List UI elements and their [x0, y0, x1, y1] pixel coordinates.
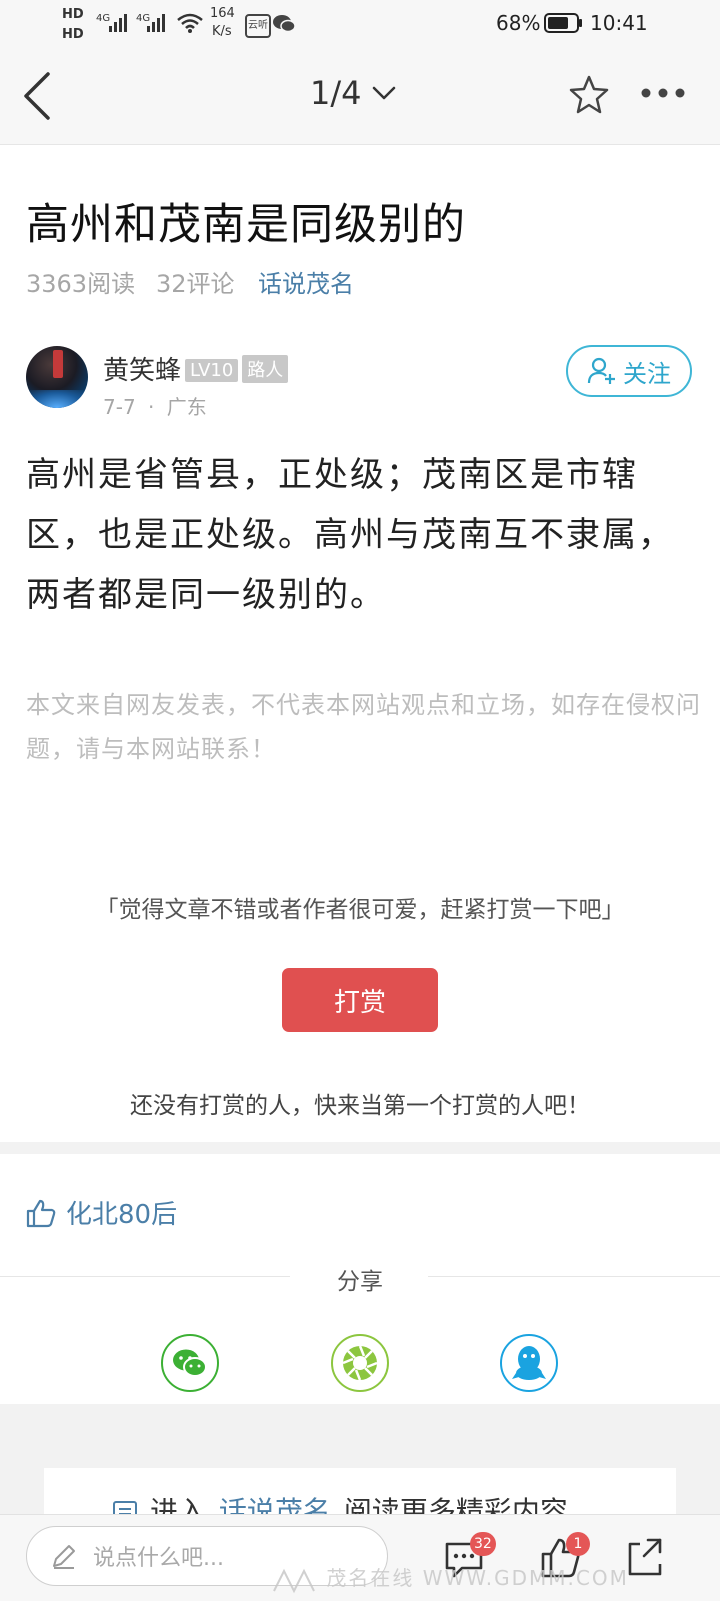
star-favorite-icon[interactable] [568, 74, 610, 114]
share-label: 分享 [337, 1269, 383, 1295]
page-indicator: 1/4 [310, 74, 362, 112]
share-qq-button[interactable] [500, 1334, 558, 1392]
section-link[interactable]: 话说茂名 [258, 264, 354, 299]
hd-indicator-2: HD [62, 27, 84, 42]
reward-button[interactable]: 打赏 [282, 968, 438, 1032]
wechat-icon [173, 1349, 207, 1377]
post-date: 7-7 [103, 395, 136, 419]
clock: 10:41 [590, 11, 648, 35]
read-count: 3363阅读 [26, 270, 136, 298]
article-body: 高州是省管县，正处级；茂南区是市辖区，也是正处级。高州与茂南互不隶属，两者都是同… [26, 455, 674, 615]
share-wechat-button[interactable] [161, 1334, 219, 1392]
reward-prompt: 「觉得文章不错或者作者很可爱，赶紧打赏一下吧」 [95, 897, 625, 923]
pencil-icon [53, 1545, 75, 1569]
top-nav-bar: 1/4 [0, 48, 720, 145]
battery-icon [544, 13, 582, 33]
comment-count-badge: 32 [470, 1532, 496, 1556]
watermark: 茂名在线 WWW.GDMM.COM [270, 1562, 629, 1595]
article-title: 高州和茂南是同级别的 [26, 200, 466, 250]
chevron-down-icon [372, 86, 395, 100]
comment-count: 32评论 [156, 270, 235, 298]
follow-label: 关注 [623, 359, 671, 388]
wechat-notification-icon [273, 15, 296, 33]
status-bar: HD HD 4G 4G 164 K/s 云听 68% 10:41 [0, 0, 720, 48]
liker-row[interactable]: 化北80后 [26, 1194, 177, 1231]
signal-icon-2 [147, 14, 165, 32]
watermark-logo-icon [273, 1568, 315, 1593]
share-moments-button[interactable] [331, 1334, 389, 1392]
page-selector[interactable]: 1/4 [310, 74, 396, 112]
wifi-icon [177, 13, 203, 33]
liker-name: 化北80后 [66, 1200, 178, 1230]
signal-icon [109, 14, 127, 32]
battery-percent: 68% [496, 11, 541, 35]
back-arrow-icon[interactable] [20, 70, 54, 122]
post-location: 广东 [166, 395, 207, 419]
separator-dot: · [148, 395, 155, 419]
rank-badge: 路人 [242, 355, 289, 383]
moments-icon [342, 1345, 378, 1381]
disclaimer: 本文来自网友发表，不代表本网站观点和立场，如存在侵权问题，请与本网站联系！ [26, 691, 701, 763]
author-line: 黄笑蜂 LV10 路人 [103, 350, 289, 387]
network-speed-value: 164 [210, 6, 235, 21]
comment-placeholder: 说点什么吧... [93, 1546, 224, 1571]
watermark-text: 茂名在线 WWW.GDMM.COM [326, 1566, 629, 1590]
no-reward-text: 还没有打赏的人，快来当第一个打赏的人吧！ [130, 1093, 590, 1119]
like-count-badge: 1 [566, 1532, 590, 1556]
author-name[interactable]: 黄笑蜂 [103, 356, 181, 386]
add-user-icon [587, 357, 615, 384]
section-divider [0, 1142, 720, 1154]
hd-indicator-1: HD [62, 7, 84, 22]
follow-button[interactable]: 关注 [566, 345, 692, 397]
thumbs-up-icon [26, 1199, 56, 1227]
post-date-location: 7-7 · 广东 [103, 391, 207, 420]
app-notification-icon: 云听 [245, 14, 271, 38]
level-badge: LV10 [185, 359, 239, 382]
share-icon[interactable] [626, 1536, 666, 1578]
more-options-icon[interactable] [640, 86, 686, 100]
avatar[interactable] [26, 346, 88, 408]
network-speed-unit: K/s [212, 24, 232, 39]
qq-icon [512, 1346, 546, 1380]
